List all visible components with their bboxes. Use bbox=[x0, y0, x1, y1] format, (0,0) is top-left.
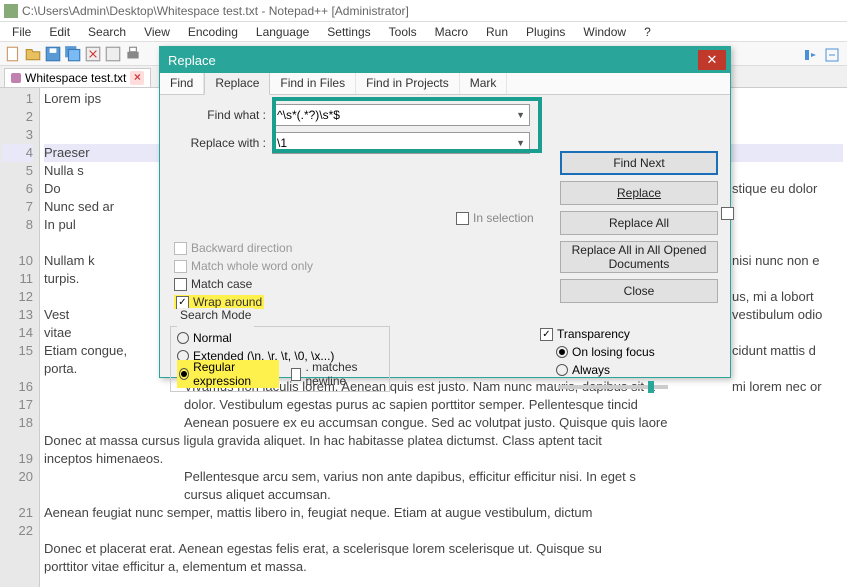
match-whole-word-checkbox[interactable]: Match whole word only bbox=[174, 257, 313, 275]
menu-file[interactable]: File bbox=[4, 23, 39, 41]
search-mode-group: Search Mode Normal Extended (\n, \r, \t,… bbox=[170, 319, 390, 392]
menu-encoding[interactable]: Encoding bbox=[180, 23, 246, 41]
menu-plugins[interactable]: Plugins bbox=[518, 23, 573, 41]
match-case-checkbox[interactable]: Match case bbox=[174, 275, 313, 293]
close-all-icon[interactable] bbox=[104, 45, 122, 63]
menu-edit[interactable]: Edit bbox=[41, 23, 78, 41]
tab-close-icon[interactable]: × bbox=[130, 71, 144, 85]
close-button[interactable]: Close bbox=[560, 279, 718, 303]
app-icon bbox=[4, 4, 18, 18]
chevron-down-icon[interactable]: ▼ bbox=[516, 138, 525, 148]
line-number-gutter: 123 456 78 101112 131415 1617 1819 2021 … bbox=[0, 88, 40, 587]
replace-button[interactable]: Replace bbox=[560, 181, 718, 205]
replace-dialog: Replace ✕ Find Replace Find in Files Fin… bbox=[159, 46, 731, 378]
print-icon[interactable] bbox=[124, 45, 142, 63]
menubar: File Edit Search View Encoding Language … bbox=[0, 22, 847, 42]
dialog-close-button[interactable]: ✕ bbox=[698, 50, 726, 70]
dialog-titlebar[interactable]: Replace ✕ bbox=[160, 47, 730, 73]
transparency-checkbox[interactable]: Transparency bbox=[540, 325, 710, 343]
menu-window[interactable]: Window bbox=[575, 23, 634, 41]
tab-find[interactable]: Find bbox=[160, 73, 204, 94]
fold-icon[interactable] bbox=[823, 46, 841, 64]
next-result-icon[interactable] bbox=[801, 46, 819, 64]
menu-settings[interactable]: Settings bbox=[319, 23, 378, 41]
tab-find-in-files[interactable]: Find in Files bbox=[270, 73, 356, 94]
tab-mark[interactable]: Mark bbox=[460, 73, 508, 94]
chevron-down-icon[interactable]: ▼ bbox=[516, 110, 525, 120]
bg-text: stique eu dolor bbox=[732, 180, 822, 198]
menu-macro[interactable]: Macro bbox=[427, 23, 476, 41]
window-titlebar: C:\Users\Admin\Desktop\Whitespace test.t… bbox=[0, 0, 847, 22]
search-mode-normal[interactable]: Normal bbox=[177, 329, 383, 347]
checkbox-icon bbox=[456, 212, 469, 225]
transparency-on-losing[interactable]: On losing focus bbox=[540, 343, 710, 361]
bg-text: nisi nunc non e bbox=[732, 252, 822, 270]
menu-help[interactable]: ? bbox=[636, 23, 659, 41]
replace-with-label: Replace with : bbox=[168, 136, 272, 150]
close-file-icon[interactable] bbox=[84, 45, 102, 63]
menu-tools[interactable]: Tools bbox=[381, 23, 425, 41]
toolbar-right bbox=[801, 46, 841, 64]
dialog-title: Replace bbox=[168, 53, 216, 68]
tab-filename: Whitespace test.txt bbox=[25, 71, 126, 85]
tab-replace[interactable]: Replace bbox=[204, 73, 270, 95]
menu-view[interactable]: View bbox=[136, 23, 178, 41]
transparency-always[interactable]: Always bbox=[540, 361, 710, 379]
tab-find-in-projects[interactable]: Find in Projects bbox=[356, 73, 460, 94]
search-mode-regex[interactable]: Regular expression . matches newline bbox=[177, 365, 383, 383]
menu-language[interactable]: Language bbox=[248, 23, 317, 41]
find-what-input[interactable]: ^\s*(.*?)\s*$ ▼ bbox=[272, 104, 530, 126]
transparency-slider[interactable] bbox=[558, 385, 668, 389]
new-file-icon[interactable] bbox=[4, 45, 22, 63]
menu-run[interactable]: Run bbox=[478, 23, 516, 41]
menu-search[interactable]: Search bbox=[80, 23, 134, 41]
dialog-tabs: Find Replace Find in Files Find in Proje… bbox=[160, 73, 730, 95]
in-selection-checkbox[interactable]: In selection bbox=[456, 211, 534, 225]
window-title: C:\Users\Admin\Desktop\Whitespace test.t… bbox=[22, 4, 409, 18]
find-what-label: Find what : bbox=[168, 108, 272, 122]
transparency-group: Transparency On losing focus Always bbox=[540, 325, 710, 389]
bg-text: vestibulum odio bbox=[732, 306, 822, 324]
replace-all-opened-button[interactable]: Replace All in All Opened Documents bbox=[560, 241, 718, 273]
backward-checkbox[interactable]: Backward direction bbox=[174, 239, 313, 257]
document-tab[interactable]: Whitespace test.txt × bbox=[4, 68, 151, 87]
replace-all-button[interactable]: Replace All bbox=[560, 211, 718, 235]
bg-text: us, mi a lobort bbox=[732, 288, 822, 306]
bg-text: mi lorem nec or bbox=[732, 378, 822, 396]
bg-text: cidunt mattis d bbox=[732, 342, 822, 360]
open-file-icon[interactable] bbox=[24, 45, 42, 63]
matches-newline-checkbox[interactable]: . matches newline bbox=[291, 360, 383, 388]
save-icon[interactable] bbox=[44, 45, 62, 63]
find-next-button[interactable]: Find Next bbox=[560, 151, 718, 175]
file-icon bbox=[11, 73, 21, 83]
search-mode-legend: Search Mode bbox=[177, 308, 254, 322]
find-next-wrap-checkbox[interactable] bbox=[721, 207, 734, 220]
save-all-icon[interactable] bbox=[64, 45, 82, 63]
replace-with-input[interactable]: \1 ▼ bbox=[272, 132, 530, 154]
